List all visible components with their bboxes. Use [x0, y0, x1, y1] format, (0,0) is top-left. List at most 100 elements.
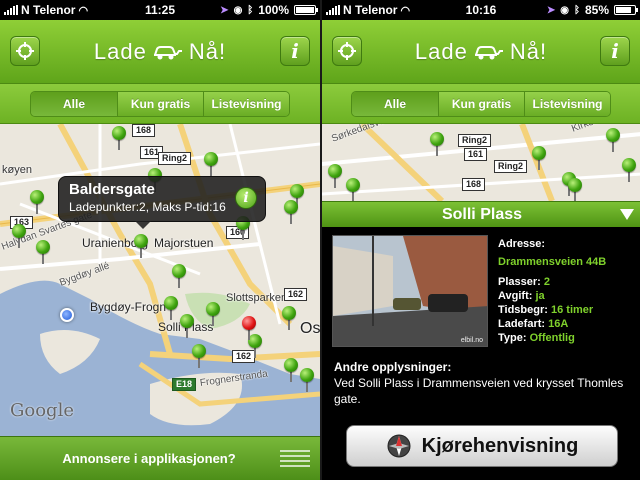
bluetooth-icon: ᛒ — [573, 4, 580, 16]
map-pin[interactable] — [568, 178, 582, 201]
filter-bar: Alle Kun gratis Listevisning — [322, 84, 640, 124]
map-label-majorstuen: Majorstuen — [154, 236, 214, 250]
map-pin[interactable] — [284, 358, 298, 382]
map-pin[interactable] — [622, 158, 636, 182]
collapse-triangle-icon[interactable] — [620, 209, 634, 220]
fact-address-key: Adresse: — [498, 238, 546, 250]
location-arrow-icon: ➤ — [546, 4, 556, 16]
fact-type: Type: Offentlig — [498, 332, 575, 344]
carrier-label: N Telenor — [343, 3, 398, 17]
map-pin[interactable] — [12, 224, 26, 248]
tab-listevisning[interactable]: Listevisning — [524, 91, 610, 116]
map-pin[interactable] — [30, 190, 44, 214]
fact-plasser: Plasser: 2 — [498, 276, 550, 288]
app-logo: Lade Nå! — [94, 39, 226, 65]
logo-text-left: Lade — [93, 38, 147, 64]
road-shield-168: 168 — [132, 124, 156, 137]
ad-banner[interactable]: Annonsere i applikasjonen? — [0, 436, 320, 480]
wifi-icon: ◠ — [400, 4, 411, 17]
logo-text-right: Nå! — [509, 38, 548, 64]
map-pin[interactable] — [134, 234, 148, 258]
app-logo: Lade Nå! — [415, 39, 547, 65]
car-plug-icon — [474, 45, 503, 59]
map-pin[interactable] — [328, 164, 342, 188]
info-button[interactable]: i — [280, 36, 310, 66]
map-label-slottsparken: Slottsparken — [226, 292, 288, 304]
callout-title: Baldersgate — [69, 181, 155, 198]
carrier-label: N Telenor — [21, 3, 76, 17]
other-info-text: Ved Solli Plass i Drammensveien ved krys… — [334, 376, 624, 406]
detail-panel-header[interactable]: Solli Plass — [322, 201, 640, 227]
info-button[interactable]: i — [600, 36, 630, 66]
battery-icon — [294, 5, 318, 15]
tab-kun-gratis[interactable]: Kun gratis — [117, 91, 203, 116]
signal-icon — [4, 5, 18, 15]
map-pin[interactable] — [180, 314, 194, 338]
station-facts: Adresse: Drammensveien 44B Plasser: 2 Av… — [498, 237, 606, 345]
map-pin[interactable] — [164, 296, 178, 320]
other-info-label: Andre opplysninger: — [334, 360, 452, 374]
map-label-koyen: køyen — [2, 164, 32, 176]
map-pin[interactable] — [192, 344, 206, 368]
phone-screen-map: N Telenor ◠ 11:25 ➤ ◉ ᛒ 100% Lade Nå! i … — [0, 0, 320, 480]
road-shield-ring2a: Ring2 — [458, 134, 492, 147]
map-pin[interactable] — [36, 240, 50, 264]
map-view[interactable]: Sørkedalsveien Kirkeveien Ring2 Ring2 16… — [322, 124, 640, 201]
compass-icon — [387, 434, 411, 458]
map-pin[interactable] — [284, 200, 298, 224]
ad-banner-text: Annonsere i applikasjonen? — [62, 451, 236, 466]
photo-credit: elbil.no — [460, 337, 483, 344]
directions-button-label: Kjørehenvisning — [421, 434, 579, 457]
map-label-os: Os — [300, 320, 320, 337]
bluetooth-icon: ᛒ — [247, 4, 254, 16]
road-shield-ring2b: Ring2 — [494, 160, 528, 173]
battery-icon — [614, 5, 638, 15]
app-header: Lade Nå! i — [0, 20, 320, 84]
map-pin[interactable] — [346, 178, 360, 201]
locate-button[interactable] — [332, 36, 362, 66]
battery-percent: 85% — [584, 3, 609, 17]
map-pin[interactable] — [532, 146, 546, 170]
lock-icon: ◉ — [233, 4, 243, 16]
location-arrow-icon: ➤ — [220, 4, 229, 16]
directions-button[interactable]: Kjørehenvisning — [346, 425, 618, 467]
app-header: Lade Nå! i — [322, 20, 640, 84]
map-pin[interactable] — [206, 302, 220, 326]
status-bar: N Telenor ◠ 11:25 ➤ ◉ ᛒ 100% — [0, 0, 320, 20]
detail-panel: elbil.no Adresse: Drammensveien 44B Plas… — [322, 227, 640, 480]
phone-screen-detail: N Telenor ◠ 10:16 ➤ ◉ ᛒ 85% Lade Nå! i A… — [320, 0, 640, 480]
callout-subtitle: Ladepunkter:2, Maks P-tid:16 — [69, 200, 226, 214]
tab-alle[interactable]: Alle — [352, 91, 438, 116]
fact-ladefart: Ladefart: 16A — [498, 318, 569, 330]
tab-listevisning[interactable]: Listevisning — [203, 91, 289, 116]
map-pin[interactable] — [172, 264, 186, 288]
road-shield-161: 161 — [464, 148, 488, 161]
map-pin[interactable] — [282, 306, 296, 330]
filter-segmented-control: Alle Kun gratis Listevisning — [351, 90, 611, 117]
car-plug-icon — [153, 45, 182, 59]
status-bar: N Telenor ◠ 10:16 ➤ ◉ ᛒ 85% — [322, 0, 640, 20]
map-pin[interactable] — [300, 368, 314, 392]
map-label-bygdoy-frogn: Bygdøy-Frogn — [90, 300, 167, 314]
location-photo: elbil.no — [332, 235, 488, 347]
map-pin[interactable] — [606, 128, 620, 152]
detail-title: Solli Plass — [441, 205, 523, 223]
road-shield-162a: 162 — [284, 288, 308, 301]
map-pin-selected[interactable] — [242, 316, 256, 340]
callout-info-button[interactable]: i — [235, 187, 257, 209]
carrier: N Telenor ◠ — [4, 3, 88, 17]
map-pin[interactable] — [204, 152, 218, 176]
google-logo: Google — [10, 400, 74, 421]
map-pin[interactable] — [112, 126, 126, 150]
locate-button[interactable] — [10, 36, 40, 66]
battery-percent: 100% — [258, 3, 289, 17]
filter-segmented-control: Alle Kun gratis Listevisning — [30, 90, 290, 117]
tab-kun-gratis[interactable]: Kun gratis — [438, 91, 524, 116]
map-view[interactable]: køyen Halvdan Svartes gate Uranienborg M… — [0, 124, 320, 436]
carrier: N Telenor ◠ — [326, 3, 410, 17]
pin-callout[interactable]: Baldersgate Ladepunkter:2, Maks P-tid:16… — [58, 176, 266, 229]
info-icon: i — [611, 39, 619, 63]
map-pin[interactable] — [430, 132, 444, 156]
crosshair-icon — [16, 42, 34, 60]
tab-alle[interactable]: Alle — [31, 91, 117, 116]
